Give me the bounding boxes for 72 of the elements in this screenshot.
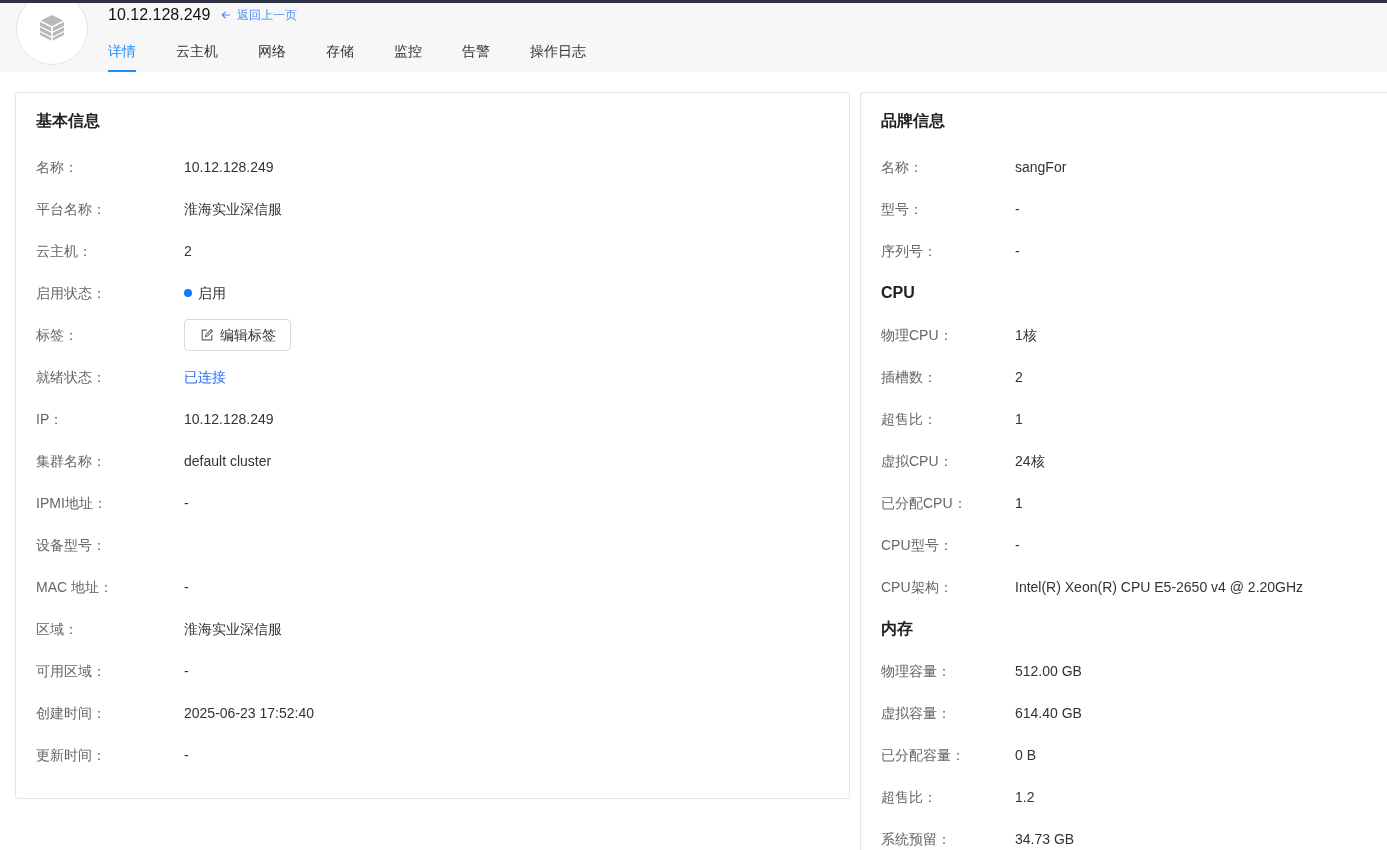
field-value: - [184, 661, 189, 681]
field-label: CPU架构： [881, 577, 954, 597]
field-label: 系统预留： [881, 829, 952, 849]
field-label: 标签： [36, 325, 79, 345]
edit-icon [201, 329, 213, 341]
field-value: Intel(R) Xeon(R) CPU E5-2650 v4 @ 2.20GHz [1015, 577, 1304, 597]
field-value: - [184, 493, 189, 513]
field-label: 启用状态： [36, 283, 107, 303]
field-label: 就绪状态： [36, 367, 107, 387]
field-label: MAC 地址： [36, 577, 114, 597]
field-label: 集群名称： [36, 451, 107, 471]
card-title: 品牌信息 [881, 111, 946, 131]
field-label: 设备型号： [36, 535, 107, 555]
field-label: 插槽数： [881, 367, 938, 387]
field-label: 平台名称： [36, 199, 107, 219]
field-value: 淮海实业深信服 [184, 199, 282, 219]
field-label: 名称： [881, 157, 924, 177]
field-value: 34.73 GB [1015, 829, 1075, 849]
field-value: 614.40 GB [1015, 703, 1082, 723]
field-label: 名称： [36, 157, 79, 177]
field-label: CPU型号： [881, 535, 954, 555]
field-label: 超售比： [881, 409, 938, 429]
page-title: 10.12.128.249 [108, 5, 211, 25]
field-value: 2 [184, 241, 192, 261]
field-value: 1 [1015, 493, 1023, 513]
field-value: - [1015, 199, 1020, 219]
field-value: 2 [1015, 367, 1023, 387]
field-value: - [184, 577, 189, 597]
field-value: 1核 [1015, 325, 1037, 345]
field-value: 淮海实业深信服 [184, 619, 282, 639]
field-value: 24核 [1015, 451, 1045, 471]
field-label: 已分配容量： [881, 745, 966, 765]
field-value: - [184, 745, 189, 765]
field-value: - [1015, 241, 1020, 261]
field-label: 物理容量： [881, 661, 952, 681]
section-heading: CPU [881, 283, 916, 303]
section-heading: 内存 [881, 619, 914, 639]
field-value: 2025-06-23 17:52:40 [184, 703, 314, 723]
field-label: 虚拟CPU： [881, 451, 954, 471]
field-value: 0 B [1015, 745, 1036, 765]
field-label: IPMI地址： [36, 493, 108, 513]
field-label: 型号： [881, 199, 924, 219]
field-value: 512.00 GB [1015, 661, 1082, 681]
field-label: 虚拟容量： [881, 703, 952, 723]
field-value: - [1015, 535, 1020, 555]
field-label: 物理CPU： [881, 325, 954, 345]
field-value: default cluster [184, 451, 272, 471]
field-value: 10.12.128.249 [184, 157, 274, 177]
field-label: 超售比： [881, 787, 938, 807]
field-label: 创建时间： [36, 703, 107, 723]
field-label: 可用区域： [36, 661, 107, 681]
tab[interactable]: 云主机 [176, 27, 218, 72]
field-label: 区域： [36, 619, 79, 639]
tab[interactable]: 存储 [326, 27, 354, 72]
tab[interactable]: 监控 [394, 27, 422, 72]
field-label: 已分配CPU： [881, 493, 968, 513]
tab[interactable]: 告警 [462, 27, 490, 72]
edit-tags-button[interactable]: 编辑标签 [184, 319, 291, 351]
field-value: 1 [1015, 409, 1023, 429]
field-value: sangFor [1015, 157, 1067, 177]
field-value: 1.2 [1015, 787, 1035, 807]
field-label: 序列号： [881, 241, 938, 261]
field-label: 更新时间： [36, 745, 107, 765]
status-text: 已连接 [184, 367, 226, 387]
tab[interactable]: 网络 [258, 27, 286, 72]
field-label: IP： [36, 409, 65, 429]
tab[interactable]: 操作日志 [530, 27, 586, 72]
card-title: 基本信息 [36, 111, 101, 131]
field-label: 云主机： [36, 241, 93, 261]
field-value: 10.12.128.249 [184, 409, 274, 429]
arrow-left-icon [221, 10, 232, 20]
status-text: 启用 [198, 283, 226, 303]
